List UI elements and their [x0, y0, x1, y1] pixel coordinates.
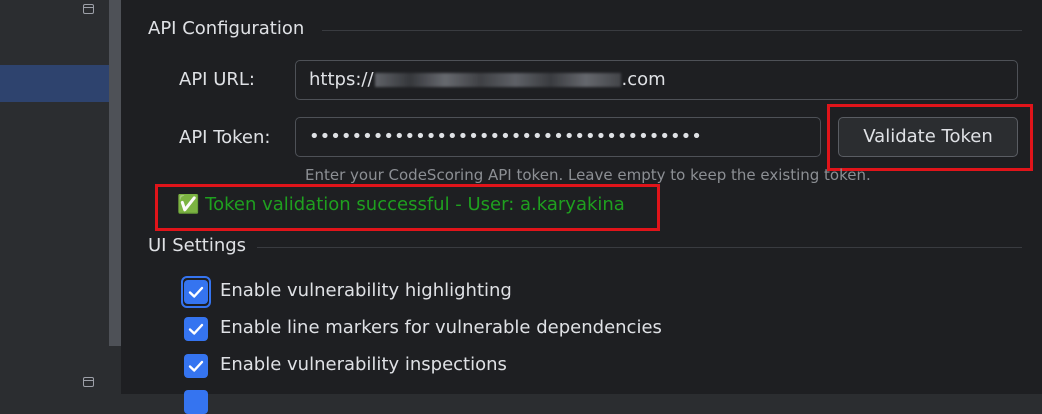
- api-token-label: API Token:: [179, 127, 271, 148]
- vulnerability-inspections-checkbox[interactable]: [184, 354, 208, 378]
- api-url-label: API URL:: [179, 69, 255, 90]
- sidebar-selected-item[interactable]: [0, 65, 121, 102]
- section-divider: [257, 247, 1022, 248]
- panel-bottom-icon[interactable]: [83, 377, 94, 387]
- api-url-field[interactable]: https:// .com: [295, 60, 1018, 100]
- checkmark-icon: [188, 360, 204, 372]
- ui-settings-title: UI Settings: [148, 235, 247, 256]
- api-token-field[interactable]: •••••••••••••••••••••••••••••••••••••: [295, 117, 821, 157]
- vulnerability-highlighting-checkbox[interactable]: [184, 280, 208, 304]
- api-token-masked-value: •••••••••••••••••••••••••••••••••••••: [309, 126, 702, 147]
- settings-sidebar: [0, 0, 107, 394]
- section-divider: [322, 30, 1022, 31]
- token-hint-text: Enter your CodeScoring API token. Leave …: [305, 166, 871, 184]
- vulnerability-inspections-label[interactable]: Enable vulnerability inspections: [220, 354, 507, 375]
- redacted-url-blur: [374, 73, 621, 87]
- sidebar-scrollbar[interactable]: [109, 0, 121, 346]
- line-markers-checkbox[interactable]: [184, 317, 208, 341]
- panel-top-icon[interactable]: [83, 4, 94, 14]
- api-url-suffix: .com: [621, 69, 666, 90]
- vulnerability-highlighting-label[interactable]: Enable vulnerability highlighting: [220, 280, 512, 301]
- validate-button-highlight: [827, 104, 1033, 171]
- api-url-prefix: https://: [309, 69, 374, 90]
- line-markers-label[interactable]: Enable line markers for vulnerable depen…: [220, 317, 662, 338]
- api-configuration-title: API Configuration: [148, 18, 305, 39]
- sidebar-scrollbar-track-end: [107, 346, 121, 394]
- validation-message-highlight: [155, 184, 660, 231]
- checkmark-icon: [188, 323, 204, 335]
- checkmark-icon: [188, 286, 204, 298]
